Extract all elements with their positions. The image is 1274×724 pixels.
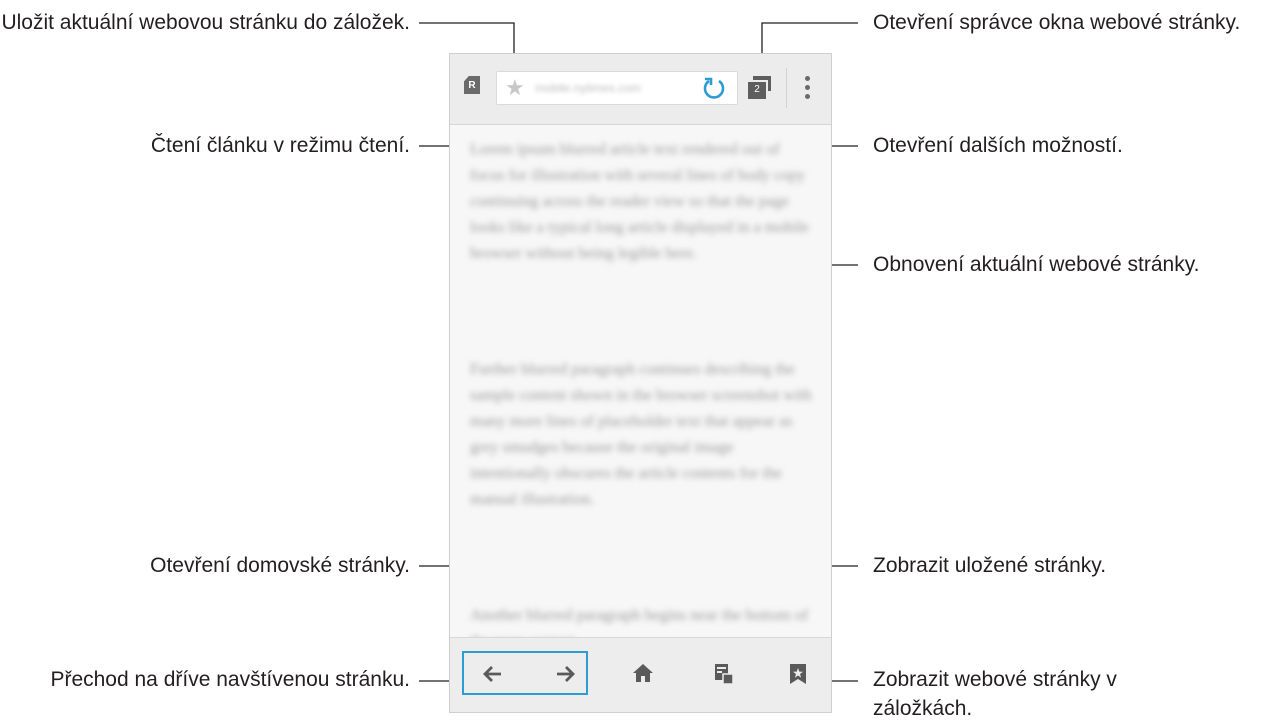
forward-arrow-icon[interactable] — [553, 662, 577, 686]
browser-screen: R ★ mobile.nytimes.com 2 Lorem ipsum blu… — [449, 53, 832, 713]
article-paragraph: Lorem ipsum blurred article text rendere… — [470, 141, 810, 262]
back-arrow-icon[interactable] — [481, 662, 505, 686]
home-icon[interactable] — [631, 661, 655, 685]
bookmark-star-icon[interactable]: ★ — [505, 76, 525, 100]
article-paragraph: Another blurred paragraph begins near th… — [470, 607, 809, 637]
saved-pages-icon[interactable] — [712, 662, 736, 686]
window-count: 2 — [754, 84, 760, 95]
reader-mode-icon[interactable]: R — [464, 76, 480, 94]
reader-mode-label: R — [468, 80, 476, 91]
url-text: mobile.nytimes.com — [535, 81, 642, 95]
browser-toolbar: R ★ mobile.nytimes.com 2 — [450, 54, 831, 125]
more-options-icon[interactable] — [805, 76, 811, 100]
article-paragraph: Further blurred paragraph continues desc… — [470, 361, 812, 508]
toolbar-divider — [786, 68, 787, 108]
window-manager-icon[interactable]: 2 — [748, 76, 772, 99]
bookmarks-icon[interactable] — [786, 662, 810, 686]
page-content: Lorem ipsum blurred article text rendere… — [450, 125, 831, 637]
bottom-navigation-bar — [450, 637, 831, 712]
window-count-badge: 2 — [748, 80, 768, 99]
refresh-icon[interactable] — [701, 75, 727, 101]
